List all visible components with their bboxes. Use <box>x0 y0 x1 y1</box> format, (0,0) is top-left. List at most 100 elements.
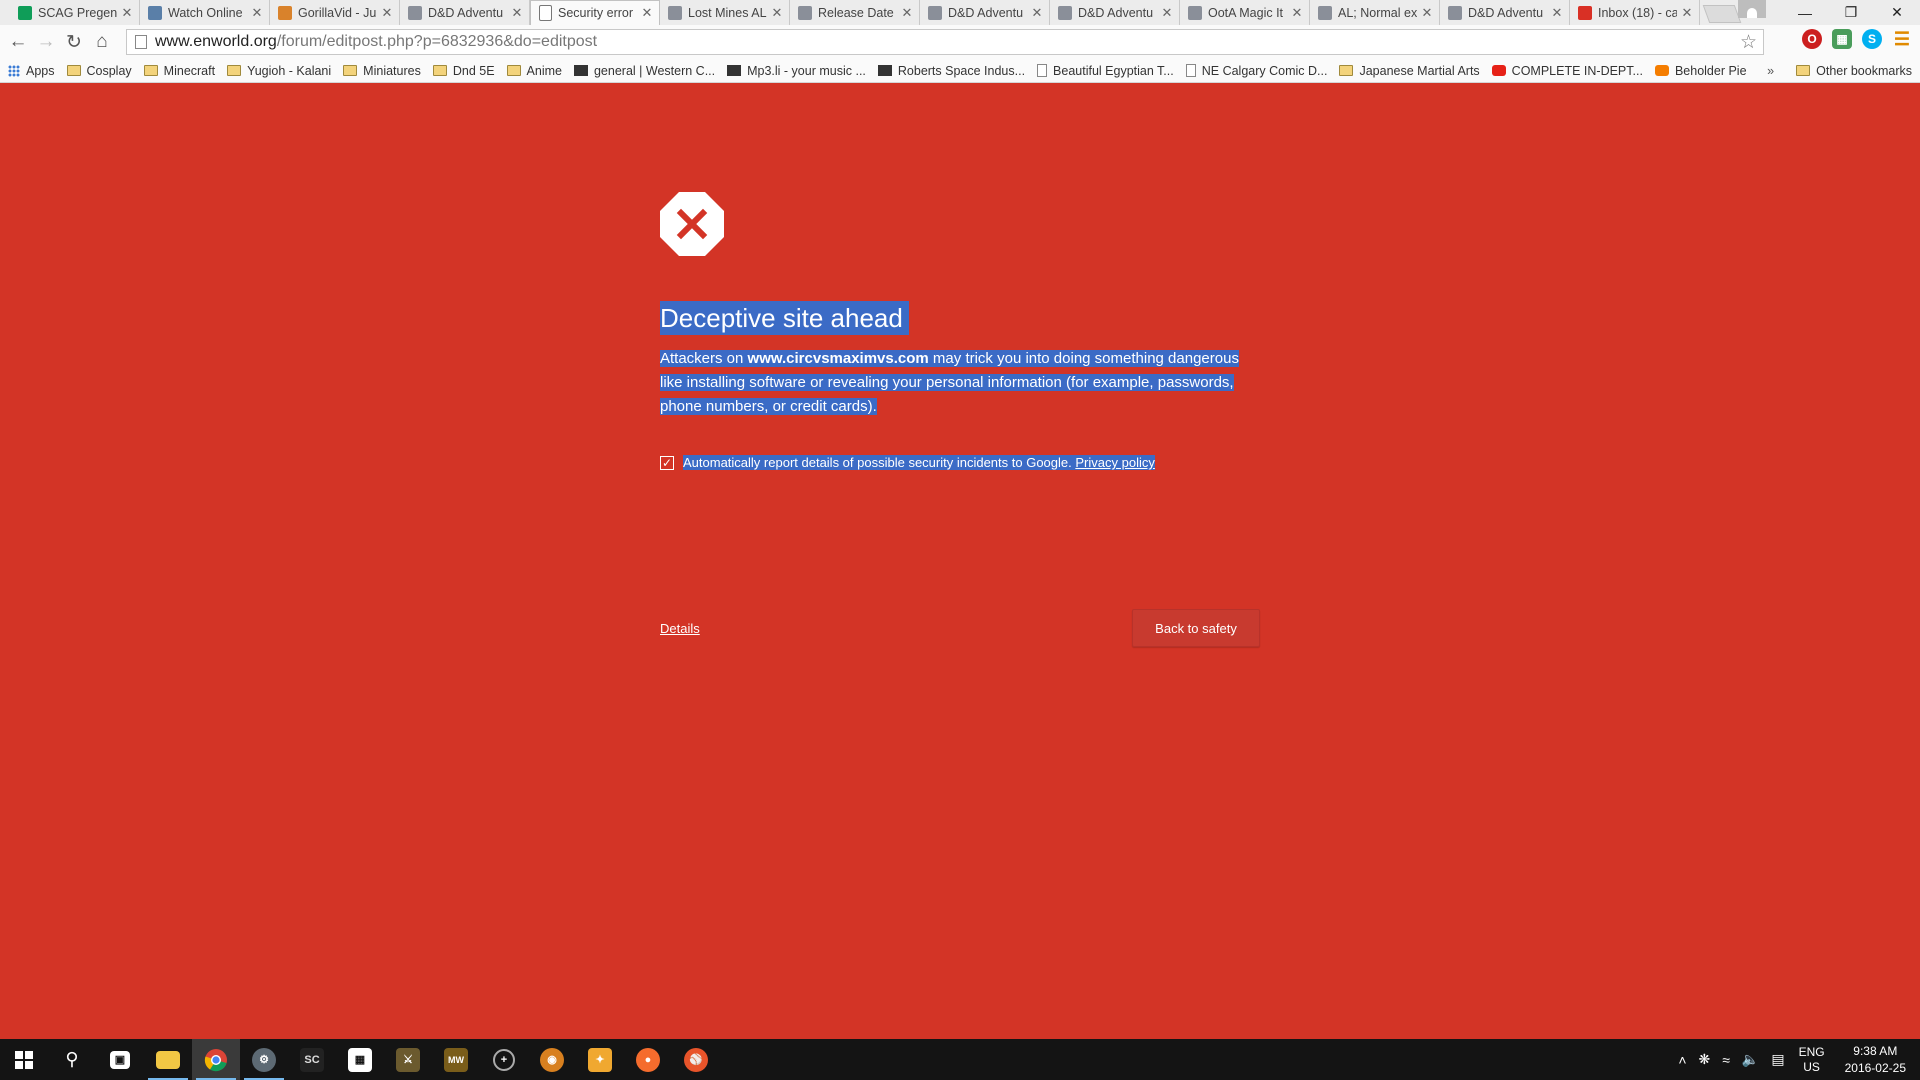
taskbar-origin[interactable]: ● <box>624 1039 672 1080</box>
browser-tab[interactable]: Release Date ✕ <box>790 0 920 25</box>
bookmark-item[interactable]: Mp3.li - your music ... <box>727 64 866 78</box>
bookmark-item[interactable]: Beautiful Egyptian T... <box>1037 64 1174 78</box>
bookmark-item[interactable]: Dnd 5E <box>432 64 495 78</box>
chrome-menu-icon[interactable]: ☰ <box>1892 29 1912 49</box>
bookmark-item[interactable]: NE Calgary Comic D... <box>1185 64 1327 78</box>
browser-tab[interactable]: D&D Adventu ✕ <box>400 0 530 25</box>
browser-tab[interactable]: Security error ✕ <box>530 0 660 25</box>
taskbar-store[interactable]: ▣ <box>96 1039 144 1080</box>
taskbar-basketball[interactable]: ⚾ <box>672 1039 720 1080</box>
start-button[interactable] <box>0 1039 48 1080</box>
bookmark-item[interactable]: Beholder Pie <box>1654 63 1747 78</box>
clock[interactable]: 9:38 AM 2016-02-25 <box>1845 1043 1906 1077</box>
tab-close-icon[interactable]: ✕ <box>1031 5 1043 21</box>
mw-icon: MW <box>444 1047 468 1072</box>
bookmark-item[interactable]: Roberts Space Indus... <box>877 63 1026 78</box>
tab-close-icon[interactable]: ✕ <box>121 5 133 21</box>
action-center-icon[interactable]: ▤ <box>1771 1051 1784 1068</box>
bookmark-label: COMPLETE IN-DEPT... <box>1511 63 1643 78</box>
tab-title: D&D Adventu <box>1078 5 1154 20</box>
back-to-safety-button[interactable]: Back to safety <box>1132 609 1260 647</box>
adblock-extension-icon[interactable]: O <box>1802 29 1822 49</box>
chevron-up-icon[interactable]: ˄ <box>1678 1052 1686 1068</box>
other-bookmarks[interactable]: Other bookmarks <box>1796 64 1912 78</box>
browser-tab[interactable]: Lost Mines AL ✕ <box>660 0 790 25</box>
browser-tab[interactable]: OotA Magic It ✕ <box>1180 0 1310 25</box>
taskbar-chrome[interactable] <box>192 1039 240 1080</box>
tab-close-icon[interactable]: ✕ <box>1421 5 1433 21</box>
bookmarks-overflow-chevron[interactable]: » <box>1767 64 1774 78</box>
minimize-button[interactable]: — <box>1782 0 1828 25</box>
bookmark-item[interactable]: COMPLETE IN-DEPT... <box>1491 63 1643 78</box>
dnd-icon <box>928 5 942 20</box>
bookmark-item[interactable]: Minecraft <box>143 64 215 78</box>
bookmark-label: Roberts Space Indus... <box>897 63 1026 78</box>
overwatch-icon: ◉ <box>540 1047 564 1072</box>
profile-icon[interactable] <box>1738 0 1766 18</box>
taskbar-sc-app[interactable]: SC <box>288 1039 336 1080</box>
tab-close-icon[interactable]: ✕ <box>1161 5 1173 21</box>
bookmark-item[interactable]: Apps <box>8 64 55 78</box>
reload-button[interactable]: ↻ <box>60 28 88 56</box>
bookmark-item[interactable]: Miniatures <box>343 64 421 78</box>
bookmark-star-icon[interactable]: ☆ <box>1740 31 1757 54</box>
bookmark-item[interactable]: Yugioh - Kalani <box>227 64 331 78</box>
restore-button[interactable]: ❐ <box>1828 0 1874 25</box>
privacy-policy-link[interactable]: Privacy policy <box>1075 455 1154 470</box>
wifi-icon[interactable]: ≈ <box>1722 1052 1730 1068</box>
bookmark-item[interactable]: Japanese Martial Arts <box>1339 64 1480 78</box>
tab-close-icon[interactable]: ✕ <box>641 5 653 21</box>
home-button[interactable]: ⌂ <box>88 28 116 56</box>
tab-close-icon[interactable]: ✕ <box>511 5 523 21</box>
tab-close-icon[interactable]: ✕ <box>771 5 783 21</box>
browser-toolbar: ← → ↻ ⌂ www.enworld.org/forum/editpost.p… <box>0 25 1920 59</box>
extensions: O ▦ S ☰ <box>1802 29 1912 49</box>
tab-close-icon[interactable]: ✕ <box>1681 5 1693 21</box>
taskbar-steam[interactable]: ⚙ <box>240 1039 288 1080</box>
browser-tab[interactable]: SCAG Pregen ✕ <box>10 0 140 25</box>
report-checkbox[interactable]: ✓ <box>660 455 674 470</box>
browser-tab[interactable]: AL; Normal ex ✕ <box>1310 0 1440 25</box>
report-option: ✓ Automatically report details of possib… <box>660 455 1260 470</box>
network-settings-icon[interactable]: ❋ <box>1699 1051 1711 1068</box>
bookmark-item[interactable]: general | Western C... <box>573 64 715 78</box>
skype-extension-icon[interactable]: S <box>1862 29 1882 49</box>
feed-extension-icon[interactable]: ▦ <box>1832 29 1852 49</box>
bookmark-item[interactable]: Cosplay <box>66 64 132 78</box>
volume-icon[interactable]: 🔈 <box>1742 1051 1759 1068</box>
tab-close-icon[interactable]: ✕ <box>251 5 263 21</box>
taskbar-file-explorer[interactable] <box>144 1039 192 1080</box>
language-indicator[interactable]: ENG US <box>1799 1045 1825 1075</box>
back-button[interactable]: ← <box>4 28 32 56</box>
browser-tab[interactable]: Inbox (18) - ca ✕ <box>1570 0 1700 25</box>
browser-tab[interactable]: D&D Adventu ✕ <box>920 0 1050 25</box>
browser-tab[interactable]: D&D Adventu ✕ <box>1440 0 1570 25</box>
tab-close-icon[interactable]: ✕ <box>381 5 393 21</box>
browser-tab[interactable]: GorillaVid - Ju ✕ <box>270 0 400 25</box>
taskbar-mw[interactable]: MW <box>432 1039 480 1080</box>
new-tab-button[interactable] <box>1702 5 1742 23</box>
taskbar-game[interactable]: ⚔ <box>384 1039 432 1080</box>
taskbar-calculator[interactable]: ▦ <box>336 1039 384 1080</box>
tab-close-icon[interactable]: ✕ <box>1551 5 1563 21</box>
browser-tab[interactable]: D&D Adventu ✕ <box>1050 0 1180 25</box>
clock-date: 2016-02-25 <box>1844 1060 1906 1075</box>
bookmark-item[interactable]: Anime <box>506 64 562 78</box>
details-link[interactable]: Details <box>660 621 700 636</box>
browser-tab[interactable]: Watch Online ✕ <box>140 0 270 25</box>
tab-strip: SCAG Pregen ✕ Watch Online ✕ GorillaVid - Ju… <box>0 0 1920 25</box>
forward-button[interactable]: → <box>32 28 60 56</box>
folder-icon <box>66 65 81 76</box>
tab-close-icon[interactable]: ✕ <box>1291 5 1303 21</box>
taskbar-overwatch[interactable]: ◉ <box>528 1039 576 1080</box>
taskbar-crosshair[interactable]: + <box>480 1039 528 1080</box>
search-button[interactable]: ⚲ <box>48 1039 96 1080</box>
tab-title: Watch Online <box>168 5 243 20</box>
bookmark-label: Beholder Pie <box>1674 63 1747 78</box>
close-window-button[interactable]: ✕ <box>1874 0 1920 25</box>
tab-title: Security error <box>558 6 634 20</box>
taskbar-puzzle[interactable]: ✦ <box>576 1039 624 1080</box>
address-bar[interactable]: www.enworld.org/forum/editpost.php?p=683… <box>126 29 1764 55</box>
bookmark-label: Miniatures <box>363 63 421 78</box>
tab-close-icon[interactable]: ✕ <box>901 5 913 21</box>
